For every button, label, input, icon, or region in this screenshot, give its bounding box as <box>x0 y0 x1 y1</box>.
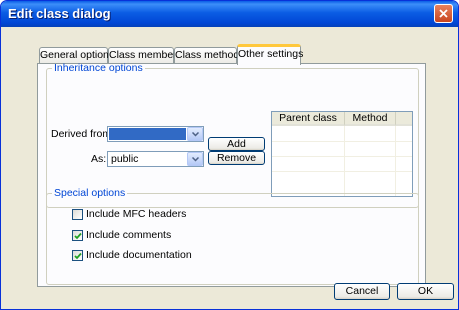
derived-from-combo[interactable] <box>107 126 204 142</box>
chevron-down-icon <box>192 132 199 137</box>
chevron-down-icon <box>192 157 199 162</box>
as-value: public <box>111 153 139 165</box>
as-combo[interactable]: public <box>107 151 204 167</box>
column-header-method[interactable]: Method <box>345 112 396 126</box>
inheritance-options-legend: Inheritance options <box>54 62 143 74</box>
include-comments-label[interactable]: Include comments <box>86 229 171 241</box>
derived-from-dropdown-button[interactable] <box>187 127 203 141</box>
tab-label: Other settings <box>238 48 304 60</box>
table-row-divider <box>272 141 412 142</box>
table-col-divider <box>395 126 396 196</box>
include-documentation-checkbox[interactable] <box>72 250 83 261</box>
tab-label: General options <box>40 49 115 61</box>
include-mfc-headers-checkbox[interactable] <box>72 209 83 220</box>
tab-general-options[interactable]: General options <box>39 47 114 63</box>
dialog-client-area: General options Class members Class meth… <box>4 27 455 306</box>
tab-label: Class members <box>109 49 182 61</box>
table-row-divider <box>272 171 412 172</box>
window-title: Edit class dialog <box>8 6 111 21</box>
table-row-divider <box>272 156 412 157</box>
tab-class-methods[interactable]: Class methods <box>174 47 244 63</box>
add-button[interactable]: Add <box>208 137 265 151</box>
parent-class-table[interactable]: Parent class Method <box>271 111 413 197</box>
derived-from-value <box>109 128 186 140</box>
derived-from-label: Derived from: <box>51 128 115 140</box>
include-comments-checkbox[interactable] <box>72 230 83 241</box>
close-x-icon <box>439 9 448 18</box>
title-bar[interactable]: Edit class dialog <box>1 1 458 27</box>
edit-class-dialog: Edit class dialog General options Class … <box>0 0 459 310</box>
special-options-legend: Special options <box>54 187 126 199</box>
checkmark-icon <box>74 232 82 240</box>
ok-button[interactable]: OK <box>397 283 454 300</box>
table-col-divider <box>344 126 345 196</box>
include-documentation-label[interactable]: Include documentation <box>86 249 192 261</box>
include-mfc-headers-label[interactable]: Include MFC headers <box>86 208 186 220</box>
tab-panel-other-settings: Inheritance options Derived from: As: pu… <box>37 62 426 287</box>
column-header-filler <box>396 112 412 126</box>
tab-other-settings[interactable]: Other settings <box>237 44 304 65</box>
column-header-parent-class[interactable]: Parent class <box>272 112 345 126</box>
as-label: As: <box>91 153 107 165</box>
close-button[interactable] <box>434 4 453 23</box>
checkmark-icon <box>74 252 82 260</box>
tab-class-members[interactable]: Class members <box>108 47 182 63</box>
as-dropdown-button[interactable] <box>187 152 203 166</box>
tab-label: Class methods <box>175 49 245 61</box>
remove-button[interactable]: Remove <box>208 151 265 165</box>
cancel-button[interactable]: Cancel <box>334 283 390 300</box>
